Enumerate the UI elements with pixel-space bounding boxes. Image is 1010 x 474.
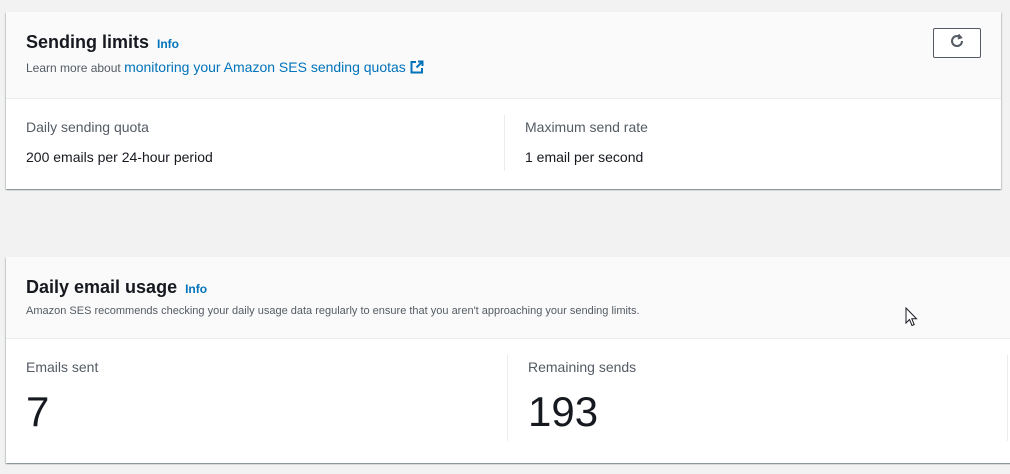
refresh-button[interactable] [933,28,981,58]
remaining-sends-column: Remaining sends 193 [508,339,1008,463]
column-divider [1007,355,1008,441]
sending-limits-header: Sending limits Info Learn more about moni… [6,12,1001,99]
mouse-cursor-icon [905,306,919,332]
emails-sent-label: Emails sent [26,359,99,375]
emails-sent-value: 7 [26,388,50,435]
sending-limits-description: Learn more about monitoring your Amazon … [26,59,1001,77]
remaining-sends-value: 193 [528,388,599,435]
sending-limits-title: Sending limits [26,32,150,52]
refresh-icon[interactable] [949,33,965,54]
sending-quotas-link-text[interactable]: monitoring your Amazon SES sending quota… [124,59,406,75]
daily-quota-label: Daily sending quota [26,119,149,135]
daily-usage-description: Amazon SES recommends checking your dail… [26,305,640,317]
max-rate-label: Maximum send rate [525,119,648,135]
daily-usage-title: Daily email usage [26,277,178,297]
daily-quota-value: 200 emails per 24-hour period [26,149,213,165]
max-rate-column: Maximum send rate 1 email per second [505,99,1001,189]
external-link-icon[interactable] [410,60,424,77]
sending-quotas-link[interactable]: monitoring your Amazon SES sending quota… [124,59,424,75]
daily-usage-header: Daily email usage Info Amazon SES recomme… [6,257,1010,339]
remaining-sends-label: Remaining sends [528,359,637,375]
sending-limits-panel: Sending limits Info Learn more about moni… [6,12,1001,189]
daily-quota-column: Daily sending quota 200 emails per 24-ho… [6,99,505,189]
sending-limits-info-link[interactable]: Info [157,37,179,51]
sending-limits-columns: Daily sending quota 200 emails per 24-ho… [6,99,1001,189]
emails-sent-column: Emails sent 7 [6,339,508,463]
daily-email-usage-panel: Daily email usage Info Amazon SES recomme… [6,257,1010,463]
sending-limits-desc-prefix: Learn more about [26,61,125,75]
daily-usage-columns: Emails sent 7 Remaining sends 193 [6,339,1010,463]
daily-usage-info-link[interactable]: Info [185,282,207,296]
max-rate-value: 1 email per second [525,149,644,165]
